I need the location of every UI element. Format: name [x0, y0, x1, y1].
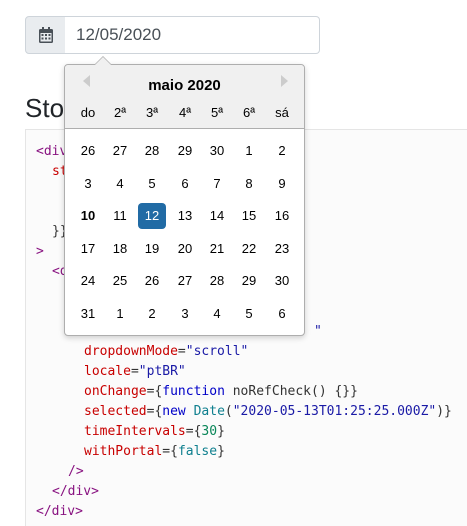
code-line-15: </div> [36, 504, 83, 519]
calendar-day[interactable]: 10 [74, 203, 102, 229]
calendar-day-outside[interactable]: 2 [138, 301, 166, 327]
weekday-label: 5ª [210, 105, 224, 120]
calendar-day-outside[interactable]: 4 [203, 301, 231, 327]
calendar-day-outside[interactable]: 29 [171, 138, 199, 164]
calendar-day[interactable]: 23 [268, 236, 296, 262]
code-line-13: /> [68, 464, 84, 479]
calendar-day-selected[interactable]: 12 [138, 203, 166, 229]
calendar-day[interactable]: 8 [235, 171, 263, 197]
code-line-9: onChange={function noRefCheck() {}} [84, 384, 358, 399]
calendar-day[interactable]: 17 [74, 236, 102, 262]
calendar-day-outside[interactable]: 5 [235, 301, 263, 327]
calendar-day[interactable]: 28 [203, 268, 231, 294]
calendar-day[interactable]: 11 [106, 203, 134, 229]
datepicker-triangle-fill [95, 57, 111, 65]
weekday-label: sá [275, 105, 289, 120]
calendar-day[interactable]: 19 [138, 236, 166, 262]
weekday-label: 2ª [113, 105, 127, 120]
calendar-day[interactable]: 5 [138, 171, 166, 197]
calendar-day-outside[interactable]: 30 [203, 138, 231, 164]
section-heading: Sto [25, 93, 65, 123]
code-line-14: </div> [52, 484, 99, 499]
calendar-day[interactable]: 13 [171, 203, 199, 229]
calendar-day[interactable]: 24 [74, 268, 102, 294]
calendar-day[interactable]: 3 [74, 171, 102, 197]
date-input[interactable] [65, 16, 320, 54]
calendar-day[interactable]: 7 [203, 171, 231, 197]
calendar-day-outside[interactable]: 28 [138, 138, 166, 164]
datepicker-popup: maio 2020 do 2ª 3ª 4ª 5ª 6ª sá 26 27 28 29 30 1 2 3 4 5… [64, 56, 305, 336]
calendar-day[interactable]: 14 [203, 203, 231, 229]
code-line-12: withPortal={false} [84, 444, 225, 459]
calendar-day[interactable]: 9 [268, 171, 296, 197]
code-line-6: " [314, 324, 322, 339]
code-line-7: dropdownMode="scroll" [84, 344, 249, 359]
code-line-4: > [36, 244, 44, 259]
code-line-11: timeIntervals={30} [84, 424, 225, 439]
calendar-day-outside[interactable]: 27 [106, 138, 134, 164]
calendar-day-outside[interactable]: 26 [74, 138, 102, 164]
calendar-day[interactable]: 27 [171, 268, 199, 294]
weekday-label: 6ª [242, 105, 256, 120]
datepicker-header: maio 2020 do 2ª 3ª 4ª 5ª 6ª sá [65, 65, 304, 129]
next-month-button[interactable] [281, 75, 288, 87]
calendar-day[interactable]: 21 [203, 236, 231, 262]
current-month: maio 2020 [148, 77, 221, 94]
date-input-group [25, 16, 320, 54]
calendar-day[interactable]: 18 [106, 236, 134, 262]
calendar-day[interactable]: 29 [235, 268, 263, 294]
calendar-icon [38, 27, 53, 43]
calendar-day[interactable]: 1 [235, 138, 263, 164]
calendar-day[interactable]: 20 [171, 236, 199, 262]
calendar-day[interactable]: 31 [74, 301, 102, 327]
calendar-day[interactable]: 15 [235, 203, 263, 229]
calendar-day[interactable]: 30 [268, 268, 296, 294]
weekday-label: 3ª [145, 105, 159, 120]
calendar-day[interactable]: 16 [268, 203, 296, 229]
code-line-1: <div [36, 144, 68, 159]
calendar-day[interactable]: 25 [106, 268, 134, 294]
calendar-day-outside[interactable]: 6 [268, 301, 296, 327]
calendar-day[interactable]: 26 [138, 268, 166, 294]
calendar-day[interactable]: 4 [106, 171, 134, 197]
calendar-day-outside[interactable]: 3 [171, 301, 199, 327]
calendar-day-outside[interactable]: 1 [106, 301, 134, 327]
calendar-day[interactable]: 6 [171, 171, 199, 197]
weekday-label: 4ª [178, 105, 192, 120]
weekday-label: do [80, 105, 96, 120]
calendar-day[interactable]: 2 [268, 138, 296, 164]
calendar-addon[interactable] [25, 16, 66, 54]
calendar-day[interactable]: 22 [235, 236, 263, 262]
code-line-10: selected={new Date("2020-05-13T01:25:25.… [84, 404, 452, 419]
code-line-8: locale="ptBR" [84, 364, 186, 379]
